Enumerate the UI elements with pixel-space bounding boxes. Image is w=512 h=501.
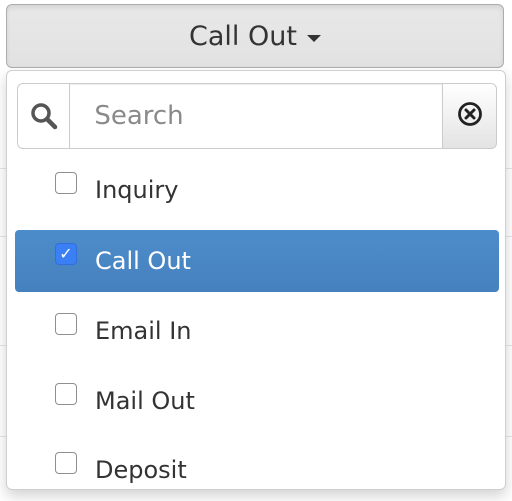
option-email-in[interactable]: Email In	[15, 300, 499, 362]
clear-search-button[interactable]	[442, 83, 497, 149]
option-checkbox[interactable]	[55, 383, 77, 405]
option-checkbox[interactable]	[55, 452, 77, 474]
dropdown-selected-label: Call Out	[189, 20, 297, 52]
dropdown-toggle-button[interactable]: Call Out	[6, 4, 504, 68]
search-group	[17, 83, 497, 151]
option-checkbox[interactable]: ✓	[55, 243, 77, 265]
background-divider	[506, 168, 512, 169]
background-divider	[506, 236, 512, 237]
option-inquiry[interactable]: Inquiry	[15, 159, 499, 221]
option-checkbox[interactable]	[55, 313, 77, 335]
option-label: Inquiry	[95, 176, 179, 204]
option-checkbox[interactable]	[55, 172, 77, 194]
caret-down-icon	[306, 34, 321, 42]
option-label: Call Out	[95, 247, 191, 275]
option-label: Mail Out	[95, 387, 195, 415]
option-call-out[interactable]: ✓ Call Out	[15, 230, 499, 292]
option-label: Deposit	[95, 456, 187, 484]
checkmark-icon: ✓	[59, 244, 73, 263]
search-icon	[17, 83, 71, 149]
background-divider	[506, 436, 512, 437]
option-mail-out[interactable]: Mail Out	[15, 370, 499, 432]
option-deposit[interactable]: Deposit	[15, 439, 499, 501]
search-input[interactable]	[70, 83, 443, 149]
dropdown-menu: Inquiry ✓ Call Out Email In Mail Out Dep…	[6, 70, 506, 490]
clear-circle-icon	[457, 101, 483, 131]
background-divider	[506, 345, 512, 346]
option-label: Email In	[95, 317, 192, 345]
